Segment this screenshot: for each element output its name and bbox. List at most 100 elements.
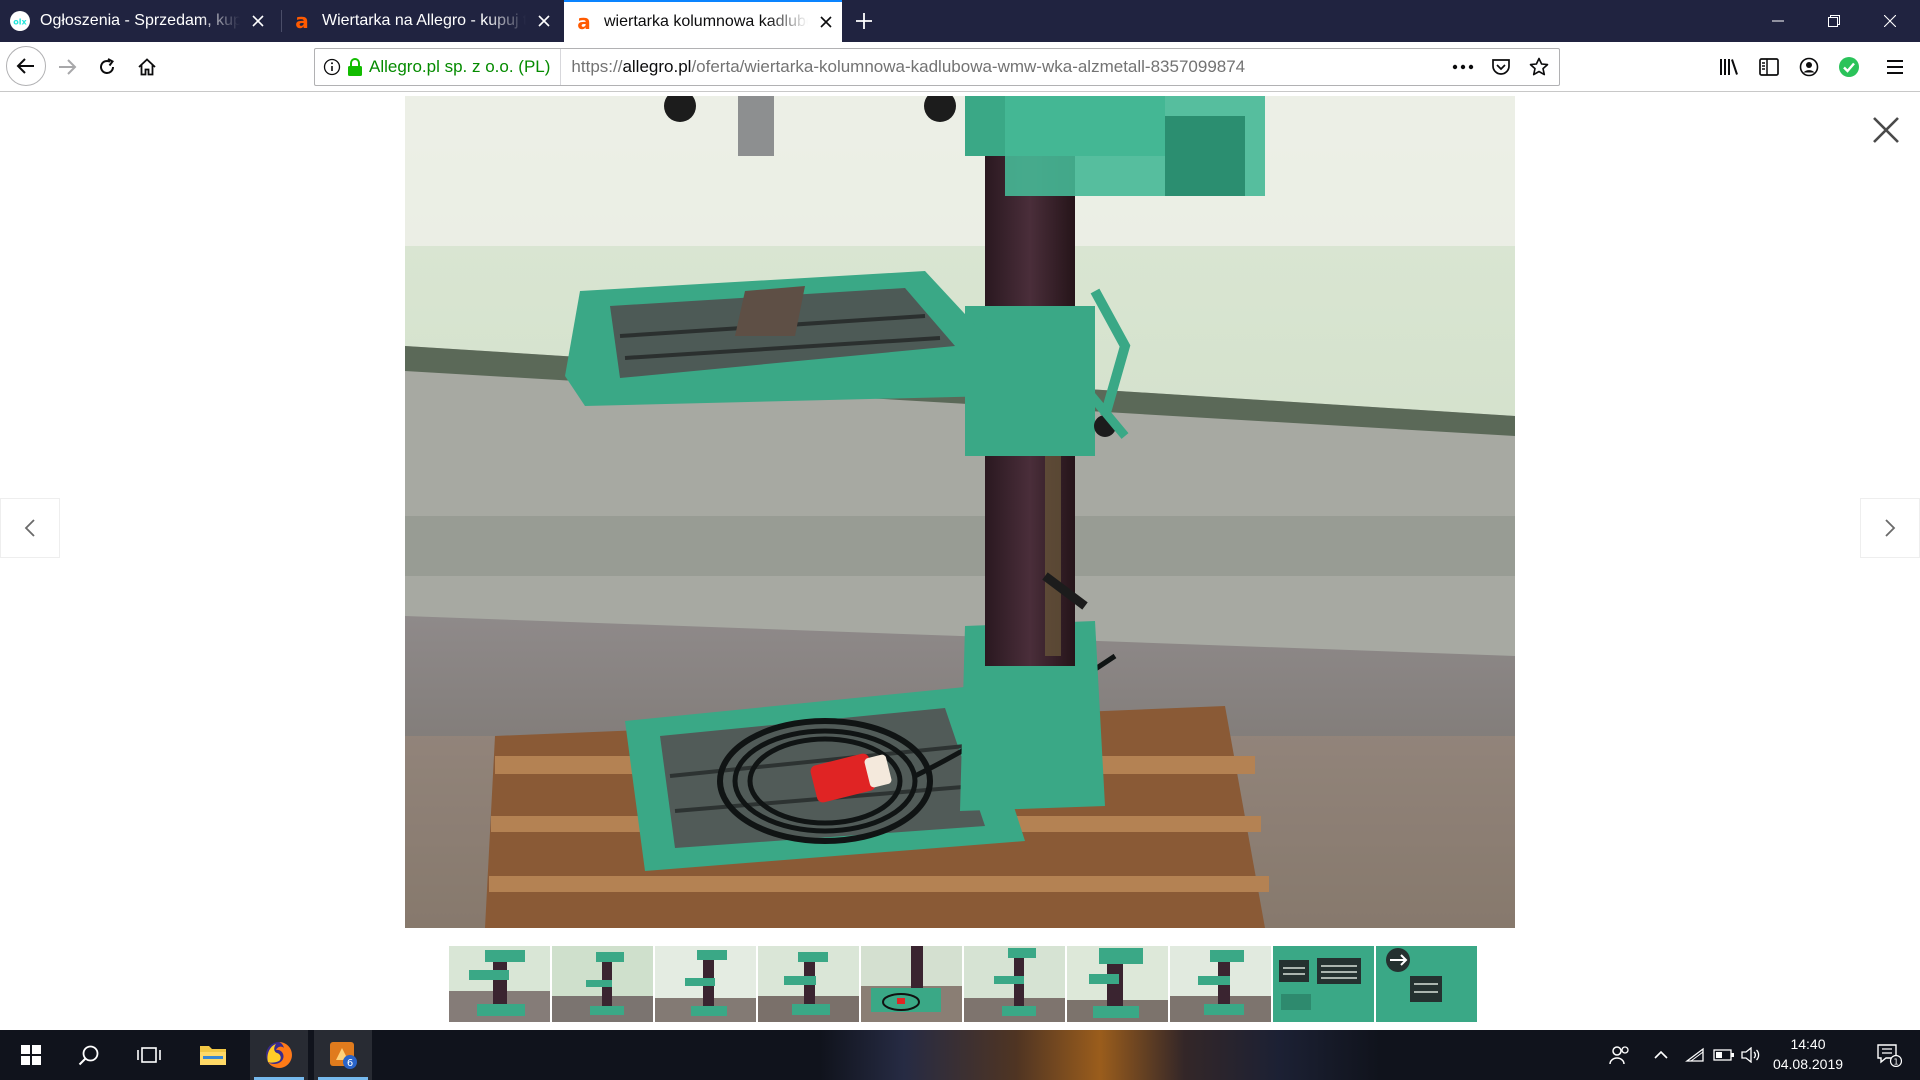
- previous-image-button[interactable]: [0, 498, 60, 558]
- url-host: allegro.pl: [622, 57, 692, 76]
- home-button[interactable]: [128, 48, 166, 86]
- close-icon[interactable]: [532, 9, 556, 33]
- people-icon: [1609, 1046, 1629, 1065]
- notification-count: 1: [1893, 1058, 1898, 1067]
- action-center-icon: 1: [1877, 1044, 1902, 1067]
- thumbnail[interactable]: [758, 946, 859, 1022]
- search-icon: [78, 1045, 99, 1066]
- window-close-button[interactable]: [1862, 0, 1918, 42]
- svg-text:a: a: [295, 11, 309, 31]
- task-view-icon: [137, 1047, 161, 1063]
- thumbnail[interactable]: [1273, 946, 1374, 1022]
- file-explorer-icon: [200, 1046, 226, 1065]
- allegro-favicon: a: [292, 9, 312, 33]
- task-view-button[interactable]: [124, 1030, 174, 1080]
- site-identity-button[interactable]: Allegro.pl sp. z o.o. (PL): [315, 49, 562, 85]
- tab-title: wiertarka kolumnowa kadlubowa WMW WKA Al…: [604, 13, 808, 30]
- navigation-toolbar: Allegro.pl sp. z o.o. (PL) https://alleg…: [0, 42, 1920, 92]
- library-icon: [1720, 59, 1738, 75]
- tab-strip: olx Ogłoszenia - Sprzedam, kupię na OLX.…: [0, 0, 1920, 42]
- home-icon: [138, 58, 156, 76]
- url-text[interactable]: https://allegro.pl/oferta/wiertarka-kolu…: [561, 57, 1245, 77]
- reload-icon: [100, 58, 114, 74]
- battery-button[interactable]: [1710, 1030, 1738, 1080]
- url-prefix: https://: [571, 57, 623, 76]
- tab-allegro-search[interactable]: a Wiertarka na Allegro - kupuj tanio: [282, 0, 564, 42]
- url-bar[interactable]: Allegro.pl sp. z o.o. (PL) https://alleg…: [314, 48, 1560, 86]
- chevron-right-icon: [1885, 519, 1896, 537]
- tab-title: Ogłoszenia - Sprzedam, kupię na OLX.pl: [40, 12, 240, 29]
- clock-time: 14:40: [1790, 1036, 1826, 1052]
- hamburger-menu-icon: [1887, 60, 1903, 74]
- windows-taskbar: 6 14:40 04.08.2019 1: [0, 1030, 1920, 1080]
- action-center-button[interactable]: 1: [1864, 1030, 1914, 1080]
- close-icon: [1884, 15, 1896, 27]
- page-actions-icon[interactable]: [1449, 53, 1477, 81]
- thumbnail[interactable]: [861, 946, 962, 1022]
- start-button[interactable]: [6, 1030, 56, 1080]
- thumbnail[interactable]: [449, 946, 550, 1022]
- thumbnail[interactable]: [655, 946, 756, 1022]
- tab-title: Wiertarka na Allegro - kupuj tanio: [322, 12, 526, 29]
- menu-button[interactable]: [1876, 48, 1914, 86]
- restore-icon: [1828, 15, 1840, 27]
- sidebar-button[interactable]: [1750, 48, 1788, 86]
- url-path: /oferta/wiertarka-kolumnowa-kadlubowa-wm…: [691, 57, 1246, 76]
- pocket-icon[interactable]: [1487, 53, 1515, 81]
- search-button[interactable]: [64, 1030, 114, 1080]
- network-button[interactable]: [1680, 1030, 1710, 1080]
- account-icon: [1799, 57, 1819, 77]
- back-button[interactable]: [6, 46, 46, 86]
- taskbar-wallpaper-tint: [820, 1030, 1380, 1080]
- clock-date: 04.08.2019: [1772, 1056, 1844, 1072]
- close-x-icon: [1873, 117, 1899, 143]
- firefox-taskbar-button[interactable]: [250, 1030, 308, 1080]
- lightbox-close-button[interactable]: [1866, 110, 1906, 150]
- product-photo: [405, 96, 1515, 928]
- tab-allegro-offer[interactable]: a wiertarka kolumnowa kadlubowa WMW WKA …: [564, 0, 842, 42]
- file-explorer-button[interactable]: [188, 1030, 238, 1080]
- new-tab-button[interactable]: [848, 5, 880, 37]
- close-icon[interactable]: [246, 9, 270, 33]
- library-button[interactable]: [1710, 48, 1748, 86]
- bookmark-star-icon[interactable]: [1525, 53, 1553, 81]
- back-arrow-icon: [16, 58, 34, 74]
- people-button[interactable]: [1600, 1030, 1640, 1080]
- thumbnail[interactable]: [964, 946, 1065, 1022]
- hidden-icons-button[interactable]: [1646, 1030, 1676, 1080]
- window-minimize-button[interactable]: [1750, 0, 1806, 42]
- sidebar-icon: [1759, 58, 1779, 76]
- thumbnail[interactable]: [552, 946, 653, 1022]
- forward-button[interactable]: [48, 48, 86, 86]
- next-image-button[interactable]: [1860, 498, 1920, 558]
- svg-text:a: a: [577, 12, 591, 32]
- lock-icon: [347, 58, 363, 76]
- windows-start-icon: [21, 1045, 41, 1065]
- olx-favicon: olx: [10, 11, 30, 31]
- volume-icon: [1741, 1047, 1760, 1063]
- extension-button[interactable]: [1830, 48, 1868, 86]
- allegro-favicon: a: [574, 10, 594, 34]
- system-clock[interactable]: 14:40 04.08.2019: [1760, 1034, 1856, 1074]
- info-icon[interactable]: [323, 58, 341, 76]
- forward-arrow-icon: [59, 59, 77, 75]
- thumbnail[interactable]: [1067, 946, 1168, 1022]
- firefox-icon: [266, 1042, 292, 1068]
- close-icon[interactable]: [814, 10, 838, 34]
- identity-label: Allegro.pl sp. z o.o. (PL): [369, 57, 551, 76]
- reload-button[interactable]: [88, 48, 126, 86]
- battery-icon: [1713, 1049, 1734, 1061]
- thumbnail[interactable]: [1170, 946, 1271, 1022]
- plus-icon: [856, 13, 872, 29]
- app-taskbar-button[interactable]: 6: [314, 1030, 372, 1080]
- chevron-left-icon: [24, 519, 35, 537]
- gallery-lightbox: [0, 92, 1920, 1030]
- chevron-up-icon: [1654, 1050, 1668, 1059]
- window-restore-button[interactable]: [1806, 0, 1862, 42]
- thumbnail[interactable]: [1376, 946, 1477, 1022]
- tab-olx[interactable]: olx Ogłoszenia - Sprzedam, kupię na OLX.…: [0, 0, 278, 42]
- account-button[interactable]: [1790, 48, 1828, 86]
- thumbnail-strip: [449, 946, 1477, 1022]
- minimize-icon: [1772, 20, 1784, 22]
- extension-check-icon: [1839, 57, 1859, 77]
